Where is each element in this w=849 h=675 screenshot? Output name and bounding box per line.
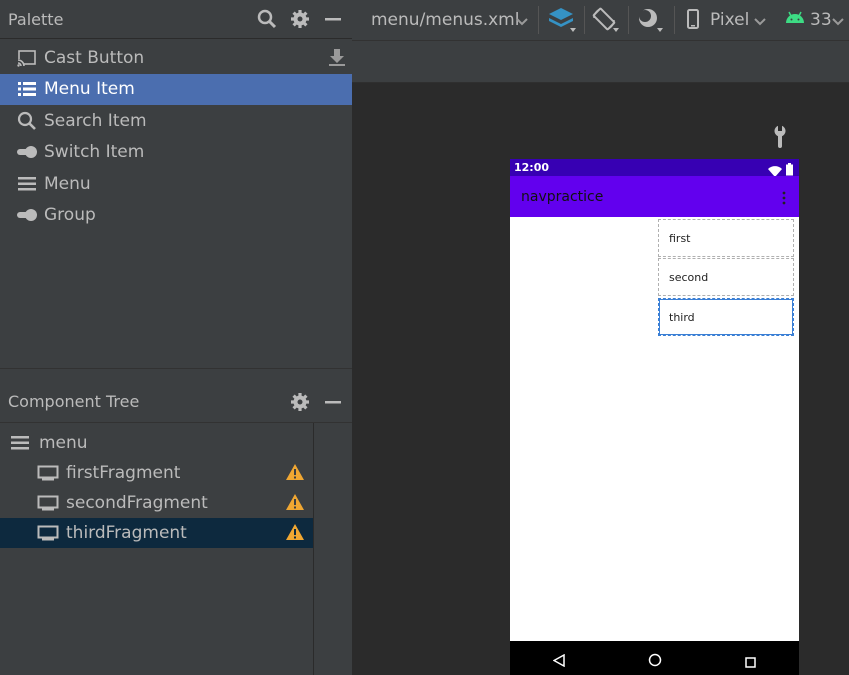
palette-item-search-item[interactable]: Search Item	[0, 105, 352, 137]
home-icon[interactable]	[648, 652, 662, 671]
palette-item-label: Menu	[44, 173, 91, 194]
switch-icon	[16, 141, 38, 163]
navigation-bar	[510, 641, 799, 675]
menu-entry-label: first	[669, 231, 691, 245]
theme-icon[interactable]	[636, 6, 666, 38]
status-bar: 12:00	[510, 159, 799, 177]
palette-title: Palette	[8, 9, 64, 29]
toolbar-separator	[538, 6, 539, 34]
tree-item-second-fragment[interactable]: secondFragment	[0, 488, 313, 518]
device-dropdown[interactable]: Pixel	[710, 10, 749, 30]
menu-icon	[10, 433, 32, 453]
cast-icon	[16, 47, 38, 69]
menu-entry-second[interactable]: second	[658, 258, 794, 296]
phone-icon	[686, 9, 700, 35]
warning-icon[interactable]	[285, 493, 305, 516]
toolbar-separator	[584, 6, 585, 34]
palette-item-menu[interactable]: Menu	[0, 168, 352, 200]
status-time: 12:00	[514, 161, 550, 174]
component-tree-title: Component Tree	[8, 392, 140, 411]
menu-item-icon	[16, 78, 38, 100]
menu-entry-first[interactable]: first	[658, 219, 794, 257]
layers-icon[interactable]	[548, 6, 578, 38]
wrench-icon[interactable]	[772, 125, 788, 153]
palette-header: Palette	[0, 0, 352, 39]
component-tree-panel: Component Tree menu firstFragment second…	[0, 381, 352, 675]
api-level-dropdown[interactable]: 33	[810, 10, 832, 30]
tree-item-label: secondFragment	[66, 493, 208, 513]
design-toolbar: menu/menus.xml Pixel 33	[352, 0, 849, 41]
toolbar-separator	[674, 6, 675, 34]
tree-item-third-fragment[interactable]: thirdFragment	[0, 518, 313, 548]
palette-item-menu-item[interactable]: Menu Item	[0, 73, 352, 105]
chevron-down-icon	[516, 12, 528, 31]
menu-icon	[16, 173, 38, 195]
tree-root-menu[interactable]: menu	[0, 428, 313, 458]
recents-icon[interactable]	[745, 653, 756, 672]
search-icon[interactable]	[253, 5, 281, 33]
component-tree-header: Component Tree	[0, 381, 352, 423]
device-preview: 12:00 navpractice first second third	[510, 159, 799, 675]
tree-item-label: thirdFragment	[66, 523, 187, 543]
palette-item-label: Cast Button	[44, 47, 145, 68]
palette-item-label: Switch Item	[44, 142, 145, 163]
gear-icon[interactable]	[286, 5, 314, 33]
chevron-down-icon	[754, 12, 766, 31]
warning-icon[interactable]	[285, 463, 305, 486]
secondary-toolbar	[352, 41, 849, 83]
app-bar: navpractice	[510, 176, 799, 217]
tree-divider	[313, 423, 314, 675]
rotate-icon[interactable]	[592, 6, 622, 38]
group-icon	[16, 204, 38, 226]
item-box-icon	[37, 463, 59, 483]
tree-item-first-fragment[interactable]: firstFragment	[0, 458, 313, 488]
left-panel: Palette Cast Button Menu Item Search Ite…	[0, 0, 352, 675]
chevron-down-icon	[832, 12, 844, 31]
item-box-icon	[37, 523, 59, 543]
warning-icon[interactable]	[285, 523, 305, 546]
download-icon[interactable]	[328, 47, 346, 72]
palette-item-label: Group	[44, 205, 96, 226]
menu-entry-third[interactable]: third	[658, 298, 794, 336]
item-box-icon	[37, 493, 59, 513]
panel-splitter[interactable]	[0, 368, 352, 382]
android-icon	[784, 9, 806, 29]
menu-entry-label: second	[669, 270, 709, 284]
palette-item-label: Search Item	[44, 110, 147, 131]
menu-entry-label: third	[669, 310, 695, 324]
tree-root-label: menu	[39, 433, 88, 453]
toolbar-separator	[628, 6, 629, 34]
tree-item-label: firstFragment	[66, 463, 181, 483]
back-icon[interactable]	[552, 652, 565, 671]
minimize-icon[interactable]	[319, 5, 347, 33]
palette-item-label: Menu Item	[44, 79, 135, 100]
overflow-menu-icon[interactable]	[782, 190, 786, 209]
palette-item-switch-item[interactable]: Switch Item	[0, 137, 352, 169]
file-dropdown[interactable]: menu/menus.xml	[371, 10, 519, 30]
search-icon	[16, 110, 38, 132]
palette-item-group[interactable]: Group	[0, 200, 352, 232]
palette-item-cast-button[interactable]: Cast Button	[0, 42, 352, 74]
gear-icon[interactable]	[286, 388, 314, 416]
minimize-icon[interactable]	[319, 388, 347, 416]
app-title: navpractice	[521, 189, 604, 205]
